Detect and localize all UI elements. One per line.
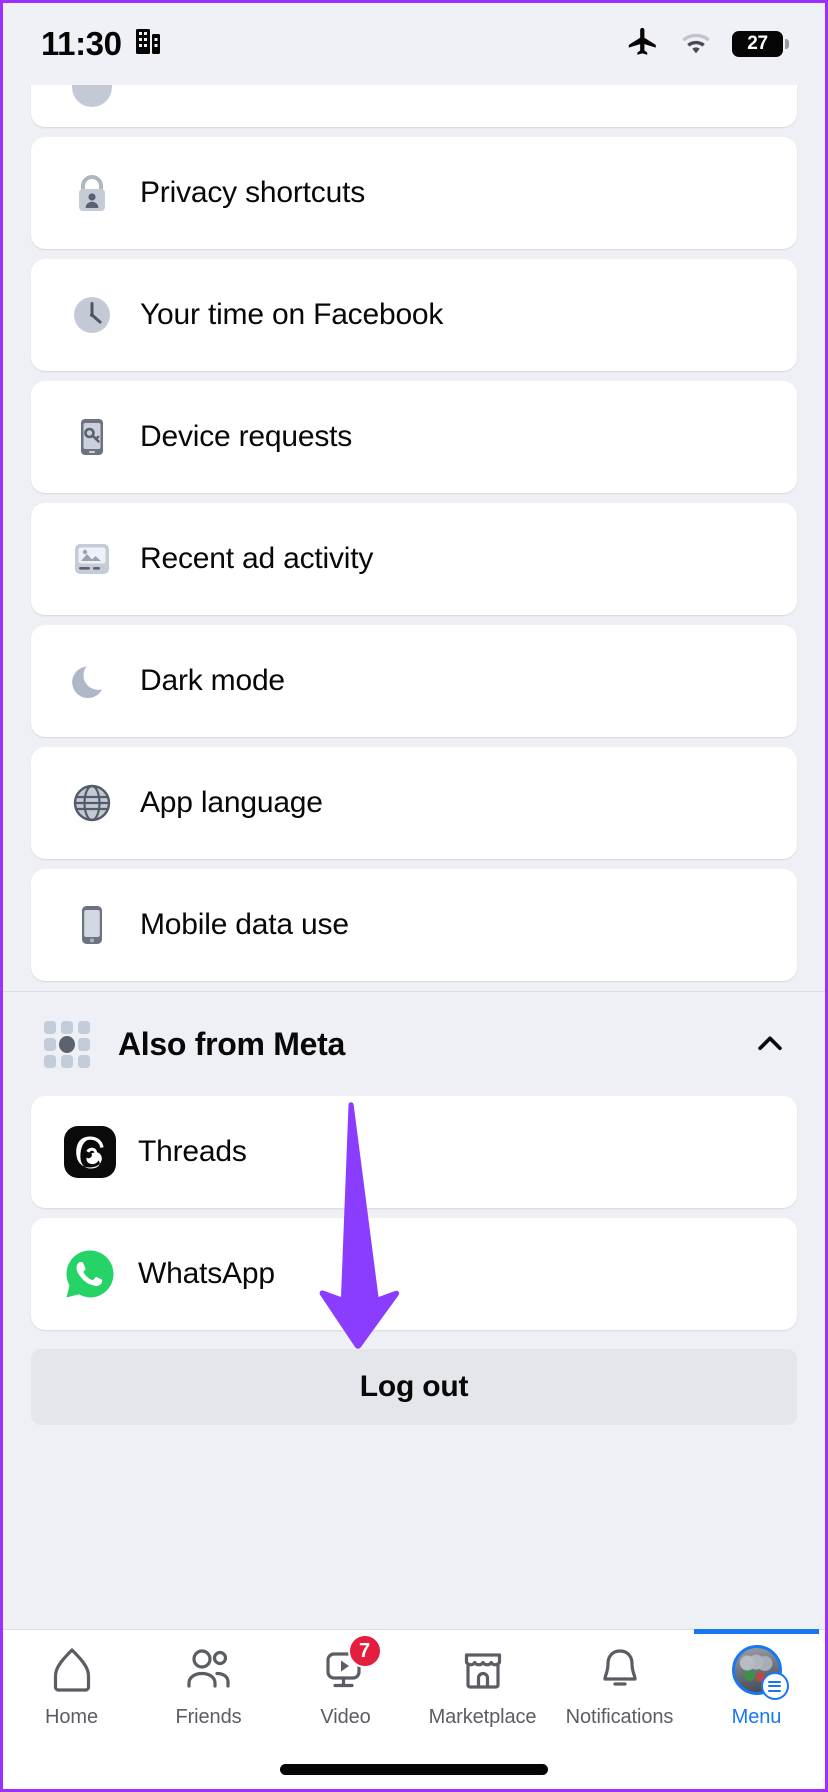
meta-apps-grid-icon	[40, 1017, 94, 1071]
menu-item-clipped-top[interactable]	[31, 85, 797, 127]
menu-item-label: Mobile data use	[140, 908, 349, 941]
menu-item-recent-ad-activity[interactable]: Recent ad activity	[31, 503, 797, 615]
phone-screen: 11:30 27 Privacy shortcuts Your time on …	[0, 0, 828, 1792]
wifi-icon	[679, 29, 713, 60]
tab-label: Menu	[731, 1706, 782, 1728]
also-from-meta-header[interactable]: Also from Meta	[31, 992, 797, 1096]
recent-ad-activity-icon	[68, 535, 116, 583]
battery-percent: 27	[747, 33, 768, 54]
hamburger-menu-badge-icon	[760, 1672, 789, 1700]
tab-active-indicator	[694, 1629, 819, 1634]
meta-app-threads[interactable]: Threads	[31, 1096, 797, 1208]
log-out-label: Log out	[359, 1370, 469, 1403]
status-bar-right: 27	[626, 25, 789, 64]
chevron-up-icon[interactable]	[753, 1027, 787, 1061]
whatsapp-icon	[64, 1248, 116, 1300]
mobile-phone-icon	[68, 901, 116, 949]
avatar	[731, 1645, 789, 1700]
meta-app-label: WhatsApp	[138, 1257, 275, 1290]
tab-label: Marketplace	[428, 1706, 537, 1728]
tab-label: Friends	[175, 1706, 242, 1728]
tab-label: Notifications	[565, 1706, 674, 1728]
tab-label: Video	[320, 1706, 371, 1728]
battery-indicator: 27	[732, 31, 789, 57]
device-requests-icon	[68, 413, 116, 461]
battery-tip	[785, 39, 789, 49]
menu-item-label: Privacy shortcuts	[140, 176, 365, 209]
menu-scroll-content[interactable]: Privacy shortcuts Your time on Facebook	[3, 85, 825, 1425]
menu-item-app-language[interactable]: App language	[31, 747, 797, 859]
battery-body: 27	[732, 31, 783, 57]
tab-label: Home	[45, 1706, 98, 1728]
menu-item-label: Dark mode	[140, 664, 285, 697]
video-badge: 7	[347, 1634, 382, 1668]
menu-item-dark-mode[interactable]: Dark mode	[31, 625, 797, 737]
settings-icon	[68, 85, 116, 111]
bell-icon	[598, 1644, 642, 1696]
menu-item-privacy-shortcuts[interactable]: Privacy shortcuts	[31, 137, 797, 249]
menu-item-label: App language	[140, 786, 323, 819]
menu-item-your-time-on-facebook[interactable]: Your time on Facebook	[31, 259, 797, 371]
tab-list: Home Friends 7 Video Marketplace Notific…	[3, 1629, 825, 1752]
threads-icon	[64, 1126, 116, 1178]
menu-item-label: Device requests	[140, 420, 353, 453]
video-icon: 7	[322, 1634, 382, 1696]
bottom-tab-bar: Home Friends 7 Video Marketplace Notific…	[3, 1629, 825, 1789]
home-icon	[49, 1644, 95, 1696]
home-indicator	[280, 1764, 548, 1775]
tab-notifications[interactable]: Notifications	[551, 1630, 688, 1729]
tab-video[interactable]: 7 Video	[277, 1630, 414, 1729]
profile-avatar-menu-icon	[731, 1644, 789, 1700]
menu-item-device-requests[interactable]: Device requests	[31, 381, 797, 493]
menu-item-label: Recent ad activity	[140, 542, 374, 575]
also-from-meta-title: Also from Meta	[118, 1025, 345, 1062]
tab-menu[interactable]: Menu	[688, 1629, 825, 1729]
building-icon	[135, 28, 161, 60]
status-time: 11:30	[41, 25, 122, 62]
friends-icon	[184, 1644, 234, 1696]
status-bar-left: 11:30	[41, 25, 161, 63]
globe-icon	[68, 779, 116, 827]
moon-icon	[68, 657, 116, 705]
clock-icon	[68, 291, 116, 339]
menu-item-label: Your time on Facebook	[140, 298, 444, 331]
meta-app-whatsapp[interactable]: WhatsApp	[31, 1218, 797, 1330]
log-out-button[interactable]: Log out	[31, 1349, 797, 1425]
airplane-mode-icon	[626, 25, 660, 64]
marketplace-icon	[460, 1644, 506, 1696]
status-bar: 11:30 27	[3, 3, 825, 85]
meta-app-label: Threads	[138, 1135, 247, 1168]
tab-friends[interactable]: Friends	[140, 1630, 277, 1729]
menu-item-mobile-data-use[interactable]: Mobile data use	[31, 869, 797, 981]
tab-marketplace[interactable]: Marketplace	[414, 1630, 551, 1729]
privacy-lock-icon	[68, 169, 116, 217]
tab-home[interactable]: Home	[3, 1630, 140, 1729]
